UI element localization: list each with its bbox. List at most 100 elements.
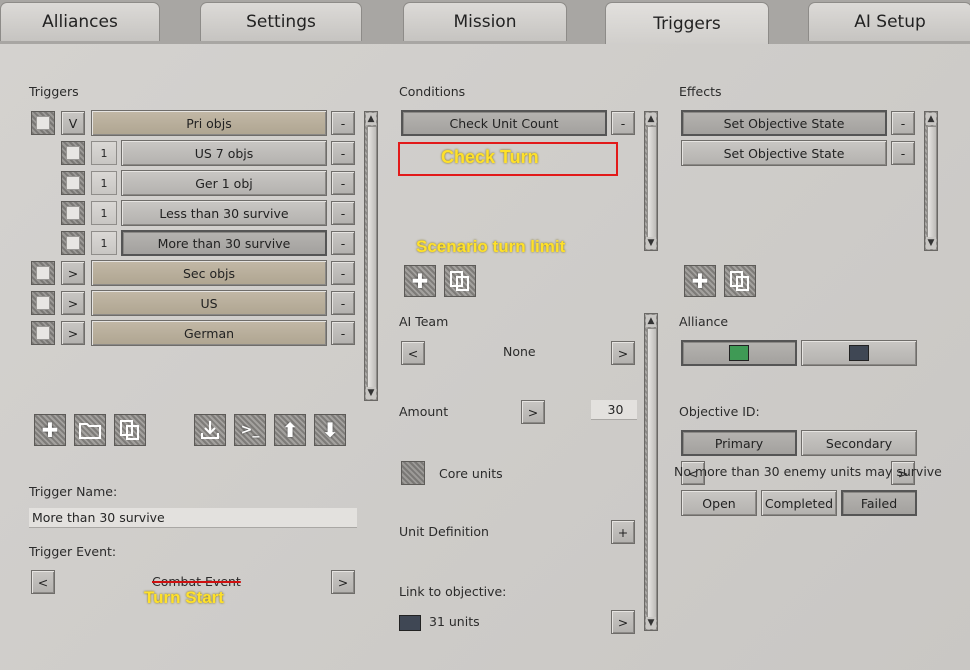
trigger-checkbox[interactable] <box>31 321 55 345</box>
trigger-expand-toggle[interactable]: > <box>61 291 85 315</box>
plus-icon: ✚ <box>41 418 59 442</box>
scroll-up-icon[interactable]: ▲ <box>646 113 656 125</box>
link-objective-label: Link to objective: <box>399 584 507 599</box>
add-folder-button[interactable] <box>74 414 106 446</box>
trigger-remove-button[interactable]: - <box>331 201 355 225</box>
condition-item[interactable]: Check Unit Count <box>401 110 607 136</box>
tab-bar: Alliances Settings Mission Triggers AI S… <box>0 0 970 45</box>
alliance-option-2[interactable] <box>801 340 917 366</box>
scroll-down-icon[interactable]: ▼ <box>646 237 656 249</box>
trigger-item[interactable]: US 7 objs <box>121 140 327 166</box>
state-failed-button[interactable]: Failed <box>841 490 917 516</box>
unit-definition-add-button[interactable]: + <box>611 520 635 544</box>
script-button[interactable]: >_ <box>234 414 266 446</box>
condition-remove-button[interactable]: - <box>611 111 635 135</box>
effects-scrollbar[interactable]: ▲ ▼ <box>924 111 938 251</box>
link-objective-next-button[interactable]: > <box>611 610 635 634</box>
trigger-remove-button[interactable]: - <box>331 141 355 165</box>
ai-team-value: None <box>503 344 536 359</box>
trigger-item[interactable]: US <box>91 290 327 316</box>
objective-secondary-button[interactable]: Secondary <box>801 430 917 456</box>
state-completed-button[interactable]: Completed <box>761 490 837 516</box>
amount-input[interactable]: 30 <box>591 400 637 420</box>
trigger-checkbox[interactable] <box>61 171 85 195</box>
ai-team-next-button[interactable]: > <box>611 341 635 365</box>
condition-details-scrollbar[interactable]: ▲ ▼ <box>644 313 658 631</box>
effect-item[interactable]: Set Objective State <box>681 140 887 166</box>
effects-heading: Effects <box>679 84 722 99</box>
scroll-thumb[interactable] <box>367 126 377 388</box>
trigger-remove-button[interactable]: - <box>331 231 355 255</box>
scroll-up-icon[interactable]: ▲ <box>926 113 936 125</box>
core-units-checkbox[interactable] <box>401 461 425 485</box>
trigger-item[interactable]: German <box>91 320 327 346</box>
effect-remove-button[interactable]: - <box>891 141 915 165</box>
scenario-turn-limit-annotation: Scenario turn limit <box>416 237 566 256</box>
trigger-count: 1 <box>91 201 117 225</box>
trigger-checkbox[interactable] <box>31 291 55 315</box>
scroll-thumb[interactable] <box>647 126 657 238</box>
add-trigger-button[interactable]: ✚ <box>34 414 66 446</box>
amount-stepper-button[interactable]: > <box>521 400 545 424</box>
scroll-up-icon[interactable]: ▲ <box>646 315 656 327</box>
trigger-remove-button[interactable]: - <box>331 261 355 285</box>
copy-effect-button[interactable] <box>724 265 756 297</box>
effect-item[interactable]: Set Objective State <box>681 110 887 136</box>
triggers-scrollbar[interactable]: ▲ ▼ <box>364 111 378 401</box>
trigger-expand-toggle[interactable]: > <box>61 321 85 345</box>
conditions-scrollbar[interactable]: ▲ ▼ <box>644 111 658 251</box>
trigger-remove-button[interactable]: - <box>331 111 355 135</box>
import-button[interactable] <box>194 414 226 446</box>
scroll-down-icon[interactable]: ▼ <box>646 617 656 629</box>
trigger-expand-toggle[interactable]: V <box>61 111 85 135</box>
add-condition-button[interactable]: ✚ <box>404 265 436 297</box>
trigger-item-selected[interactable]: More than 30 survive <box>121 230 327 256</box>
tab-ai-setup[interactable]: AI Setup <box>808 2 970 41</box>
trigger-remove-button[interactable]: - <box>331 171 355 195</box>
tab-mission[interactable]: Mission <box>403 2 567 41</box>
scroll-down-icon[interactable]: ▼ <box>926 237 936 249</box>
trigger-remove-button[interactable]: - <box>331 291 355 315</box>
scroll-down-icon[interactable]: ▼ <box>366 387 376 399</box>
trigger-checkbox[interactable] <box>31 111 55 135</box>
trigger-item[interactable]: Pri objs <box>91 110 327 136</box>
move-down-button[interactable]: ⬇ <box>314 414 346 446</box>
state-open-button[interactable]: Open <box>681 490 757 516</box>
alliance-option-1[interactable] <box>681 340 797 366</box>
tab-alliances[interactable]: Alliances <box>0 2 160 41</box>
scroll-thumb[interactable] <box>927 126 937 238</box>
trigger-checkbox[interactable] <box>61 141 85 165</box>
add-effect-button[interactable]: ✚ <box>684 265 716 297</box>
copy-trigger-button[interactable] <box>114 414 146 446</box>
conditions-heading: Conditions <box>399 84 466 99</box>
folder-icon <box>79 423 101 439</box>
event-next-button[interactable]: > <box>331 570 355 594</box>
amount-label: Amount <box>399 404 449 419</box>
plus-icon: ✚ <box>411 269 429 293</box>
trigger-checkbox[interactable] <box>61 231 85 255</box>
event-prev-button[interactable]: < <box>31 570 55 594</box>
trigger-checkbox[interactable] <box>61 201 85 225</box>
tab-triggers[interactable]: Triggers <box>605 2 769 45</box>
trigger-remove-button[interactable]: - <box>331 321 355 345</box>
trigger-expand-toggle[interactable]: > <box>61 261 85 285</box>
move-up-button[interactable]: ⬆ <box>274 414 306 446</box>
scroll-thumb[interactable] <box>647 328 657 620</box>
trigger-item[interactable]: Sec objs <box>91 260 327 286</box>
core-units-label: Core units <box>439 466 503 481</box>
trigger-checkbox[interactable] <box>31 261 55 285</box>
copy-icon <box>730 271 749 291</box>
copy-icon <box>450 271 469 291</box>
scroll-up-icon[interactable]: ▲ <box>366 113 376 125</box>
trigger-item[interactable]: Ger 1 obj <box>121 170 327 196</box>
check-turn-annotation: Check Turn <box>441 147 539 167</box>
trigger-name-input[interactable]: More than 30 survive <box>29 508 357 528</box>
effect-remove-button[interactable]: - <box>891 111 915 135</box>
ai-team-prev-button[interactable]: < <box>401 341 425 365</box>
trigger-item[interactable]: Less than 30 survive <box>121 200 327 226</box>
arrow-down-icon: ⬇ <box>321 418 339 442</box>
turn-start-annotation: Turn Start <box>144 588 224 607</box>
tab-settings[interactable]: Settings <box>200 2 362 41</box>
copy-condition-button[interactable] <box>444 265 476 297</box>
objective-primary-button[interactable]: Primary <box>681 430 797 456</box>
